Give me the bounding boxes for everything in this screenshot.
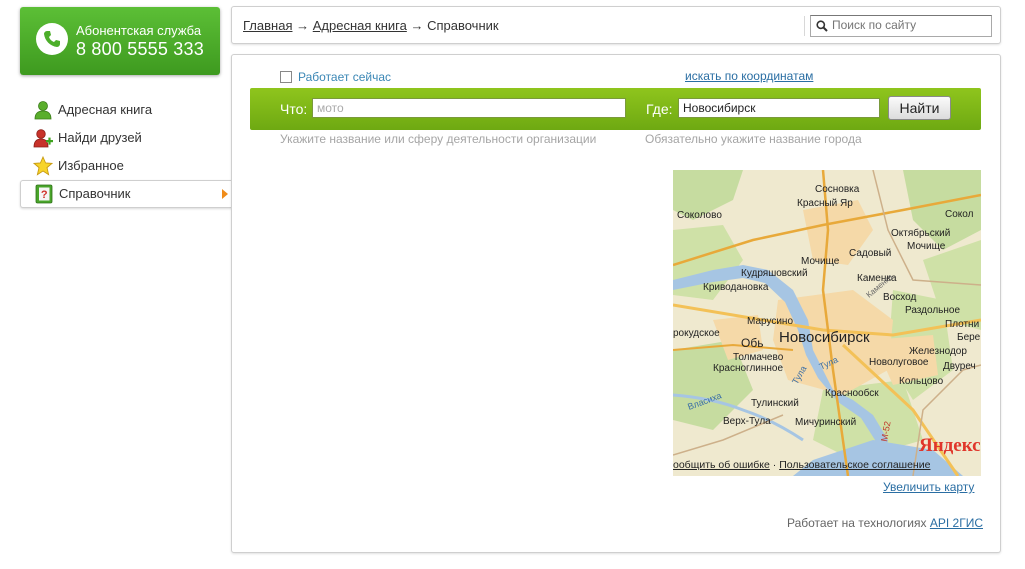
map-canvas[interactable]: Сосновка Красный Яр Сокол Соколово Октяб…	[673, 170, 981, 476]
breadcrumb: Главная → Адресная книга → Справочник	[243, 18, 499, 33]
map-place-label: Раздольное	[905, 305, 960, 316]
what-label: Что:	[280, 101, 308, 117]
what-input[interactable]	[312, 98, 626, 118]
where-label: Где:	[646, 101, 673, 117]
map-place-label: Мочище	[907, 241, 946, 252]
sidebar-item-directory[interactable]: ? Справочник	[20, 180, 232, 208]
site-search-box[interactable]	[810, 15, 992, 37]
map-city-label: Новосибирск	[779, 329, 870, 346]
map-place-label: Толмачево	[733, 352, 784, 363]
where-input[interactable]	[678, 98, 880, 118]
map-place-label: Мичуринский	[795, 417, 856, 428]
search-bar: Что: Где: Найти	[250, 88, 981, 130]
search-by-coordinates-link[interactable]: искать по координатам	[685, 69, 813, 83]
map-place-label: Обь	[741, 336, 763, 350]
user-agreement-link[interactable]: Пользовательское соглашение	[779, 459, 930, 471]
add-user-icon	[33, 129, 53, 148]
checkbox-box[interactable]	[280, 71, 292, 83]
breadcrumb-home-link[interactable]: Главная	[243, 18, 292, 33]
sidebar-item-favorites[interactable]: Избранное	[20, 152, 232, 180]
report-error-link[interactable]: ообщить об ошибке	[673, 459, 770, 471]
map-place-label: Тулинский	[751, 398, 799, 409]
map-place-label: Сокол	[945, 209, 974, 220]
map-place-label: Новолуговое	[869, 357, 929, 368]
main-panel: Работает сейчас искать по координатам Чт…	[231, 54, 1001, 553]
breadcrumb-separator: →	[296, 18, 310, 33]
map[interactable]: Сосновка Красный Яр Сокол Соколово Октяб…	[673, 170, 981, 476]
map-place-label: Восход	[883, 292, 916, 303]
what-hint: Укажите название или сферу деятельности …	[280, 132, 597, 146]
support-phone-box: Абонентская служба 8 800 5555 333	[20, 7, 220, 75]
map-place-label: Кудряшовский	[741, 268, 808, 279]
map-place-label: Двуреч	[943, 361, 976, 372]
user-icon	[34, 101, 52, 120]
map-footer: ообщить об ошибке · Пользовательское сог…	[673, 458, 981, 472]
sidebar-item-label: Избранное	[58, 158, 124, 173]
map-place-label: Бере	[957, 332, 981, 343]
map-place-label: Криводановка	[703, 282, 769, 293]
powered-by-text: Работает на технологиях	[786, 516, 927, 530]
where-hint: Обязательно укажите название города	[645, 132, 862, 146]
site-search-input[interactable]	[832, 17, 982, 33]
map-place-label: Красноглинное	[713, 363, 783, 374]
map-place-label: Сосновка	[815, 184, 860, 195]
sidebar-item-address-book[interactable]: Адресная книга	[20, 96, 232, 124]
phone-icon	[36, 23, 68, 55]
help-book-icon: ?	[35, 184, 53, 204]
map-place-label: Плотни	[945, 319, 979, 330]
divider	[804, 16, 805, 36]
map-place-label: Марусино	[747, 316, 793, 327]
support-phone-number: 8 800 5555 333	[76, 39, 204, 59]
top-bar: Главная → Адресная книга → Справочник	[231, 6, 1001, 44]
star-icon	[33, 156, 53, 176]
map-place-label: рокудское	[673, 328, 720, 339]
breadcrumb-address-book-link[interactable]: Адресная книга	[313, 18, 407, 33]
support-caption: Абонентская служба	[76, 23, 202, 38]
find-button[interactable]: Найти	[888, 96, 951, 120]
map-place-label: Краснообск	[825, 387, 879, 399]
sidebar-item-find-friends[interactable]: Найди друзей	[20, 124, 232, 152]
sidebar-item-label: Адресная книга	[58, 102, 153, 117]
map-place-label: Верх-Тула	[723, 416, 771, 427]
breadcrumb-current: Справочник	[427, 18, 499, 33]
powered-by: Работает на технологиях API 2ГИС	[787, 516, 983, 530]
open-now-label: Работает сейчас	[298, 70, 392, 84]
sidebar-item-label: Найди друзей	[58, 130, 142, 145]
breadcrumb-separator: →	[410, 18, 424, 33]
map-place-label: Мочище	[801, 256, 840, 267]
search-icon	[816, 20, 828, 32]
active-arrow-icon	[222, 189, 228, 199]
sidebar-menu: Адресная книга Найди друзей Избранное ? …	[20, 96, 232, 208]
map-place-label: Садовый	[849, 248, 891, 259]
map-place-label: Железнодор	[909, 346, 967, 357]
api-2gis-link[interactable]: API 2ГИС	[930, 516, 983, 530]
map-footer-separator: ·	[772, 459, 777, 471]
svg-text:?: ?	[41, 189, 48, 201]
sidebar-item-label: Справочник	[59, 186, 131, 201]
map-provider-logo: Яндекс	[919, 435, 981, 456]
open-now-checkbox[interactable]: Работает сейчас	[280, 70, 391, 84]
map-place-label: Октябрьский	[891, 227, 950, 239]
map-place-label: Красный Яр	[797, 198, 853, 209]
enlarge-map-link[interactable]: Увеличить карту	[883, 480, 974, 494]
map-place-label: Соколово	[677, 210, 722, 221]
map-place-label: Кольцово	[899, 376, 944, 387]
